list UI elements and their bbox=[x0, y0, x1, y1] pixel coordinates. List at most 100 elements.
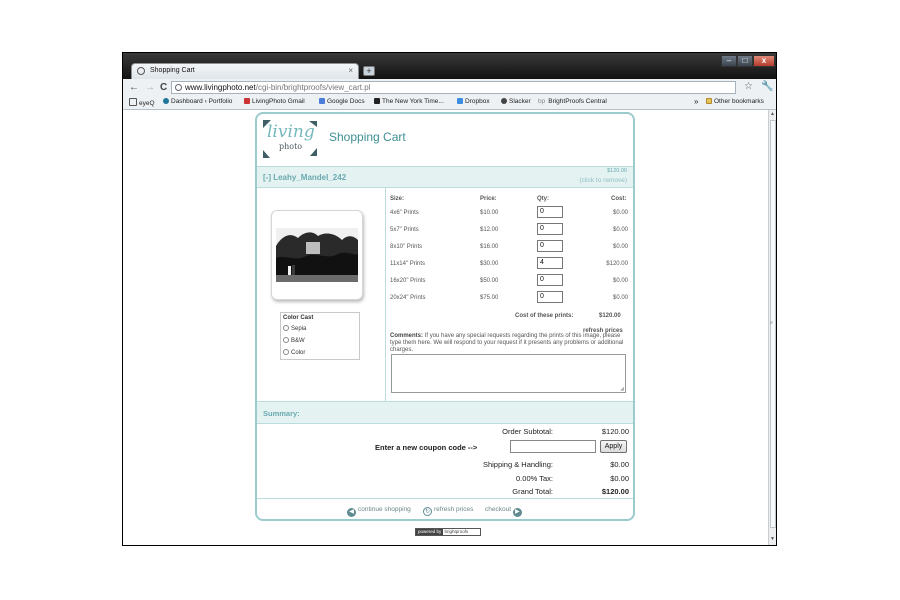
other-bookmarks[interactable]: Other bookmarks bbox=[706, 98, 764, 105]
summary-header: Summary: bbox=[257, 401, 633, 424]
address-bar[interactable]: www.livingphoto.net/cgi-bin/brightproofs… bbox=[171, 81, 736, 94]
color-cast-color[interactable]: Color bbox=[283, 349, 305, 356]
reload-button[interactable]: C bbox=[160, 82, 167, 93]
coupon-input[interactable] bbox=[510, 440, 596, 453]
radio-icon[interactable] bbox=[283, 325, 289, 331]
comments-textarea[interactable]: ◢ bbox=[391, 354, 626, 393]
bookmark-label: LivingPhoto Gmail bbox=[252, 98, 305, 105]
maximize-button[interactable]: □ bbox=[737, 55, 753, 67]
item-amount: $120.00 bbox=[607, 168, 627, 174]
row-size: 16x20" Prints bbox=[390, 278, 426, 284]
cost-of-prints-label: Cost of these prints: bbox=[515, 313, 574, 319]
row-size: 4x6" Prints bbox=[390, 210, 419, 216]
bookmark-gmail[interactable]: LivingPhoto Gmail bbox=[244, 98, 305, 105]
row-cost: $0.00 bbox=[612, 278, 628, 284]
header-qty: Qty: bbox=[537, 196, 549, 202]
apply-coupon-button[interactable]: Apply bbox=[600, 440, 627, 453]
vertical-scrollbar[interactable]: ▲ ≡ ▼ bbox=[768, 110, 776, 545]
qty-input[interactable]: 0 bbox=[537, 240, 563, 252]
powered-by-badge[interactable]: powered by brightproofs bbox=[415, 528, 481, 536]
page-icon bbox=[129, 98, 137, 106]
print-size-table: Size: Price: Qty: Cost: 4x6" Prints $10.… bbox=[389, 188, 629, 328]
logo-photo: photo bbox=[279, 142, 303, 151]
forward-button[interactable]: → bbox=[145, 82, 155, 93]
item-name-toggle[interactable]: [-] Leahy_Mandel_242 bbox=[263, 173, 346, 182]
coupon-label: Enter a new coupon code --> bbox=[375, 443, 478, 452]
minimize-button[interactable]: – bbox=[721, 55, 737, 67]
bookmark-label: Google Docs bbox=[327, 98, 365, 105]
header-size: Size: bbox=[390, 196, 405, 202]
slacker-icon bbox=[501, 98, 507, 104]
page-title: Shopping Cart bbox=[329, 130, 406, 144]
bookmark-brightproofs[interactable]: bp BrightProofs Central bbox=[538, 98, 607, 105]
continue-shopping-label: continue shopping bbox=[358, 506, 411, 513]
powered-brand: brightproofs bbox=[444, 529, 469, 534]
bookmarks-chevron-icon[interactable]: » bbox=[694, 97, 698, 106]
color-cast-bw[interactable]: B&W bbox=[283, 337, 305, 344]
shopping-cart-panel: living photo Shopping Cart [-] Leahy_Man… bbox=[255, 112, 635, 521]
bookmarks-bar: eyeQ Dashboard ‹ Portfolio LivingPhoto G… bbox=[123, 96, 776, 110]
bookmark-star-icon[interactable]: ☆ bbox=[744, 81, 753, 92]
header-cost: Cost: bbox=[611, 196, 627, 202]
back-button[interactable]: ← bbox=[129, 82, 139, 93]
color-cast-heading: Color Cast bbox=[283, 315, 314, 321]
refresh-prices-button[interactable]: ↻ refresh prices bbox=[423, 506, 473, 516]
radio-icon[interactable] bbox=[283, 337, 289, 343]
checkout-button[interactable]: checkout ▶ bbox=[485, 506, 524, 517]
row-cost: $0.00 bbox=[612, 295, 628, 301]
footer-divider bbox=[257, 498, 633, 499]
scroll-down-icon[interactable]: ▼ bbox=[770, 536, 775, 542]
resize-handle-icon[interactable]: ◢ bbox=[620, 386, 624, 392]
arrow-left-icon: ◀ bbox=[347, 508, 356, 517]
order-subtotal-value: $120.00 bbox=[601, 427, 629, 436]
continue-shopping-button[interactable]: ◀ continue shopping bbox=[347, 506, 411, 517]
row-price: $75.00 bbox=[480, 295, 499, 301]
docs-icon bbox=[319, 98, 325, 104]
shipping-label: Shipping & Handling: bbox=[482, 460, 553, 469]
radio-icon[interactable] bbox=[283, 349, 289, 355]
color-cast-box: Color Cast Sepia B&W Color bbox=[280, 312, 360, 360]
item-preview-column: Color Cast Sepia B&W Color bbox=[257, 188, 386, 401]
bookmark-slacker[interactable]: Slacker bbox=[501, 98, 531, 105]
qty-input[interactable]: 0 bbox=[537, 206, 563, 218]
row-cost: $0.00 bbox=[612, 210, 628, 216]
qty-input[interactable]: 0 bbox=[537, 291, 563, 303]
bookmark-eyeq[interactable]: eyeQ bbox=[129, 98, 155, 107]
nyt-icon bbox=[374, 98, 380, 104]
new-tab-button[interactable]: + bbox=[363, 66, 375, 76]
comments-label: Comments: bbox=[390, 333, 424, 339]
row-price: $30.00 bbox=[480, 261, 499, 267]
folder-icon bbox=[706, 98, 712, 104]
bookmark-label: Dashboard ‹ Portfolio bbox=[171, 98, 233, 105]
remove-item-link[interactable]: (click to remove) bbox=[579, 177, 627, 184]
bp-icon: bp bbox=[538, 98, 546, 105]
refresh-prices-label: refresh prices bbox=[434, 506, 474, 513]
qty-input[interactable]: 4 bbox=[537, 257, 563, 269]
color-cast-sepia[interactable]: Sepia bbox=[283, 325, 306, 332]
bookmark-dropbox[interactable]: Dropbox bbox=[457, 98, 490, 105]
gmail-icon bbox=[244, 98, 250, 104]
scroll-up-icon[interactable]: ▲ bbox=[770, 111, 775, 117]
row-price: $50.00 bbox=[480, 278, 499, 284]
arrow-right-icon: ▶ bbox=[512, 508, 522, 517]
wrench-icon[interactable]: 🔧 bbox=[761, 81, 773, 92]
photo-thumbnail[interactable] bbox=[271, 210, 363, 300]
tax-label: 0.00% Tax: bbox=[516, 474, 553, 483]
row-size: 11x14" Prints bbox=[390, 261, 426, 267]
close-window-button[interactable]: x bbox=[753, 55, 775, 67]
bookmark-dashboard[interactable]: Dashboard ‹ Portfolio bbox=[163, 98, 232, 105]
comments-help: Comments: If you have any special reques… bbox=[390, 333, 628, 354]
title-bar: Shopping Cart × + – □ x bbox=[123, 53, 776, 79]
bookmark-nytimes[interactable]: The New York Time... bbox=[374, 98, 444, 105]
qty-input[interactable]: 0 bbox=[537, 223, 563, 235]
item-header: [-] Leahy_Mandel_242 $120.00 (click to r… bbox=[257, 166, 633, 188]
bookmark-google-docs[interactable]: Google Docs bbox=[319, 98, 365, 105]
option-label: Sepia bbox=[291, 326, 307, 332]
photo-image bbox=[276, 228, 358, 282]
tab-shopping-cart[interactable]: Shopping Cart × bbox=[131, 63, 359, 79]
bookmark-label: Slacker bbox=[509, 98, 531, 105]
shipping-value: $0.00 bbox=[610, 460, 629, 469]
tab-close-icon[interactable]: × bbox=[348, 66, 353, 75]
qty-input[interactable]: 0 bbox=[537, 274, 563, 286]
grand-total-label: Grand Total: bbox=[512, 487, 553, 496]
